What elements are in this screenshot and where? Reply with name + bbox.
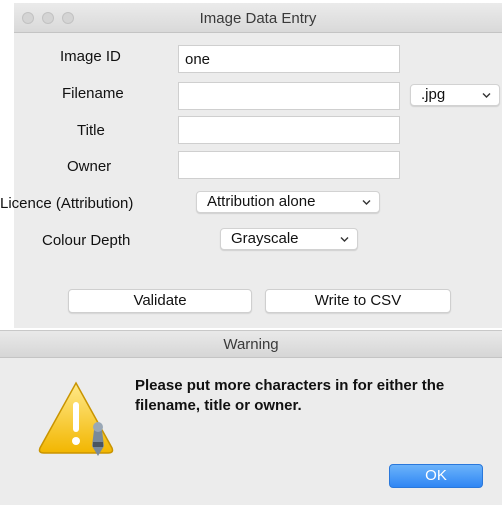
warning-titlebar[interactable]: Warning <box>0 330 502 358</box>
chevron-down-icon <box>340 237 349 242</box>
write-to-csv-button[interactable]: Write to CSV <box>265 289 451 313</box>
title-input[interactable] <box>178 116 400 144</box>
warning-dialog: Warning Please put more characters in fo… <box>0 330 502 505</box>
image-id-input[interactable] <box>178 45 400 73</box>
chevron-down-icon <box>362 200 371 205</box>
colour-depth-label: Colour Depth <box>42 232 131 249</box>
filename-label: Filename <box>62 85 124 102</box>
title-label: Title <box>77 122 105 139</box>
owner-label: Owner <box>67 158 112 175</box>
extension-dropdown-value: .jpg <box>421 86 446 103</box>
licence-dropdown-value: Attribution alone <box>207 193 316 210</box>
extension-dropdown[interactable]: .jpg <box>410 84 500 106</box>
validate-button[interactable]: Validate <box>68 289 252 313</box>
licence-dropdown[interactable]: Attribution alone <box>196 191 380 213</box>
ok-button[interactable]: OK <box>389 464 483 488</box>
window-titlebar[interactable]: Image Data Entry <box>14 3 502 33</box>
colour-depth-dropdown[interactable]: Grayscale <box>220 228 358 250</box>
owner-input[interactable] <box>178 151 400 179</box>
caution-triangle-icon <box>38 381 114 456</box>
warning-message: Please put more characters in for either… <box>135 377 445 414</box>
licence-label: Licence (Attribution) <box>0 195 134 212</box>
main-window: Image Data Entry Image ID Filename .jpg … <box>0 3 502 328</box>
image-id-label: Image ID <box>60 48 121 65</box>
filename-input[interactable] <box>178 82 400 110</box>
window-title: Image Data Entry <box>199 10 317 27</box>
colour-depth-dropdown-value: Grayscale <box>231 230 299 247</box>
chevron-down-icon <box>482 93 491 98</box>
warning-title: Warning <box>223 336 279 353</box>
